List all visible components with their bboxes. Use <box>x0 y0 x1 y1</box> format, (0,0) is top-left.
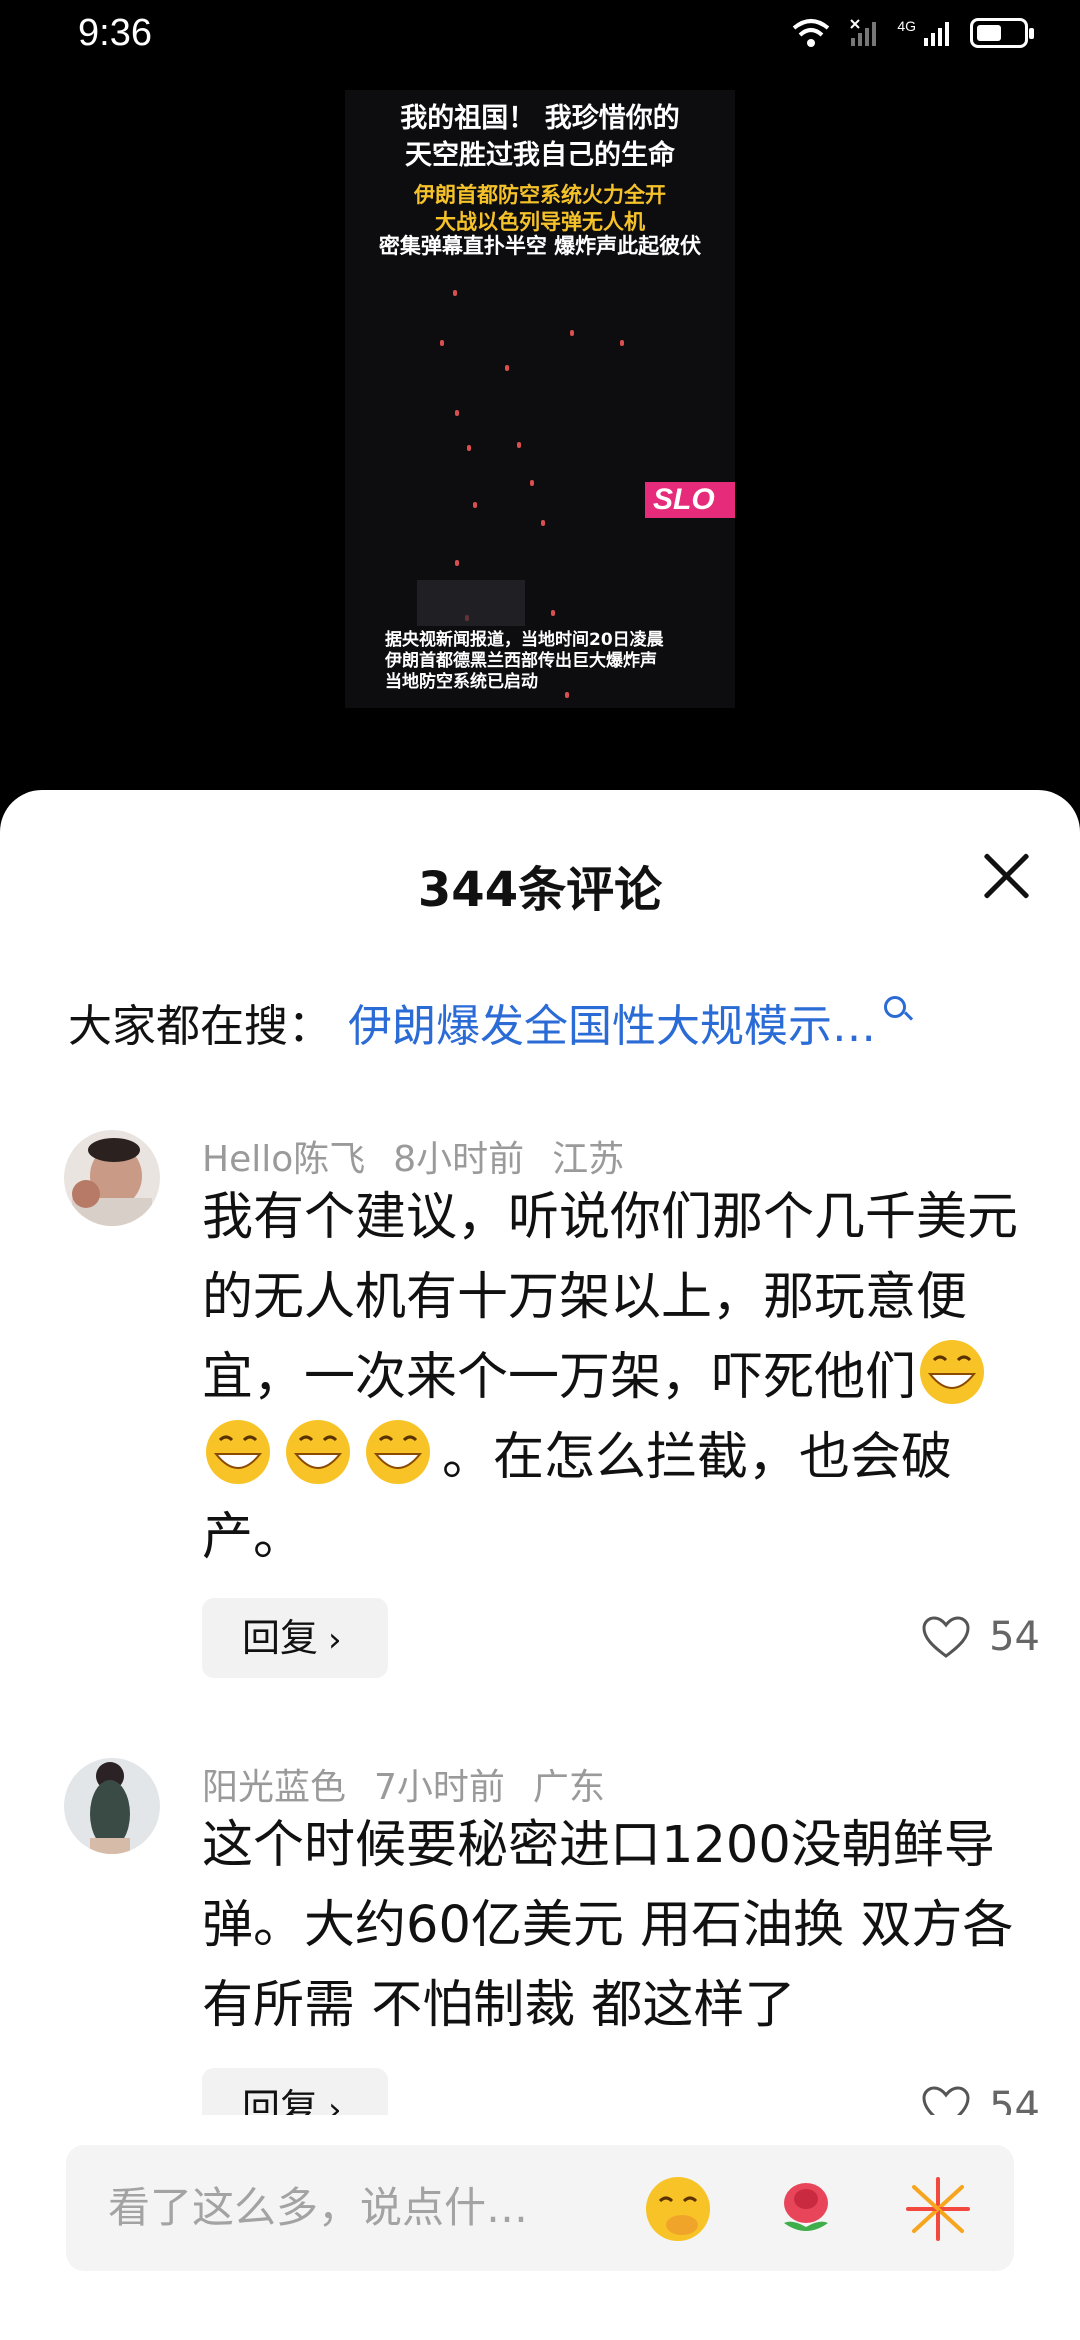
avatar-image <box>64 1130 160 1226</box>
comments-title: 344条评论 <box>417 862 663 918</box>
status-bar: 9:36 4G <box>0 0 1080 80</box>
tracer-dot <box>541 520 545 526</box>
video-subtitle-line: 大战以色列导弹无人机 <box>435 210 645 234</box>
tracer-dot <box>620 340 624 346</box>
comment-input-bar[interactable]: 看了这么多，说点什… <box>66 2145 1014 2271</box>
avatar-image <box>64 1758 160 1854</box>
grin-emoji <box>366 1420 430 1484</box>
comment-meta: Hello陈飞 8小时前 江苏 <box>202 1130 652 1182</box>
video-title-line: 我的祖国！ 我珍惜你的 <box>400 103 680 134</box>
status-time: 9:36 <box>78 12 152 54</box>
tracer-dot <box>467 445 471 451</box>
grin-emoji <box>920 1340 985 1404</box>
avatar[interactable] <box>64 1758 160 1854</box>
video-title-line: 天空胜过我自己的生命 <box>405 140 675 171</box>
comment-text: 这个时候要秘密进口1200没朝鲜导弹。大约60亿美元 用石油换 双方各有所需 不… <box>202 1816 1014 2035</box>
avatar[interactable] <box>64 1130 160 1226</box>
video-subtitle-white: 密集弹幕直扑半空 爆炸声此起彼伏 <box>378 234 702 258</box>
comment-text-part: 我有个建议，听说你们那个几千美元的无人机有十万架以上，那玩意便宜，一次来个一万架… <box>202 1188 1019 1407</box>
slow-motion-badge: SLO <box>645 482 735 518</box>
video-subtitle: 伊朗首都防空系统火力全开 大战以色列导弹无人机 <box>345 182 735 236</box>
tracer-dot <box>455 410 459 416</box>
video-caption-line: 伊朗首都德黑兰西部传出巨大爆炸声 <box>385 651 657 671</box>
tracer-dot <box>440 340 444 346</box>
comment-username[interactable]: Hello陈飞 <box>202 1139 365 1180</box>
close-icon[interactable] <box>978 848 1034 904</box>
signal-icon <box>924 22 949 46</box>
tracer-dot <box>473 502 477 508</box>
wifi-icon <box>793 19 830 47</box>
video-player[interactable]: 我的祖国！ 我珍惜你的 天空胜过我自己的生命 伊朗首都防空系统火力全开 大战以色… <box>345 90 735 708</box>
reply-button[interactable]: 回复 › <box>202 1598 388 1678</box>
comment-input[interactable]: 看了这么多，说点什… <box>108 2145 528 2271</box>
comment-time: 8小时前 <box>393 1139 525 1180</box>
firework-icon[interactable] <box>902 2173 974 2245</box>
tracer-dot <box>570 330 574 336</box>
video-caption-line: 据央视新闻报道，当地时间20日凌晨 <box>385 630 664 650</box>
tracer-dot <box>505 365 509 371</box>
comment-text: 我有个建议，听说你们那个几千美元的无人机有十万架以上，那玩意便宜，一次来个一万架… <box>202 1178 1022 1578</box>
grin-emoji <box>286 1420 350 1484</box>
video-caption: 据央视新闻报道，当地时间20日凌晨 伊朗首都德黑兰西部传出巨大爆炸声 当地防空系… <box>385 630 725 693</box>
shy-emoji[interactable] <box>642 2173 714 2245</box>
comment-location: 江苏 <box>552 1139 625 1180</box>
tracer-dot <box>551 610 555 616</box>
blurred-watermark <box>417 580 525 626</box>
comment-username[interactable]: 阳光蓝色 <box>202 1767 346 1808</box>
heart-icon <box>922 1616 970 1658</box>
signal-off-icon <box>850 19 877 46</box>
tracer-dot <box>453 290 457 296</box>
battery-level <box>977 25 1002 41</box>
trending-search: 大家都在搜： 伊朗爆发全国性大规模示… <box>68 990 906 1054</box>
trending-search-link[interactable]: 伊朗爆发全国性大规模示… <box>348 990 876 1054</box>
battery-icon <box>970 18 1034 48</box>
status-icons: 4G <box>791 18 1034 48</box>
trending-search-label: 大家都在搜： <box>68 1001 332 1052</box>
comments-sheet: 344条评论 大家都在搜： 伊朗爆发全国性大规模示… Hello陈飞 8小时前 江苏… <box>0 790 1080 2340</box>
network-type: 4G <box>897 18 916 34</box>
comment-location: 广东 <box>532 1767 605 1808</box>
video-subtitle-line: 伊朗首都防空系统火力全开 <box>414 183 666 207</box>
tracer-dot <box>530 480 534 486</box>
comment-time: 7小时前 <box>374 1767 505 1808</box>
video-caption-line: 当地防空系统已启动 <box>385 672 538 692</box>
like-button[interactable]: 54 <box>921 1614 1040 1660</box>
search-icon[interactable] <box>884 996 906 1018</box>
tracer-dot <box>455 560 459 566</box>
tracer-dot <box>517 442 521 448</box>
video-title: 我的祖国！ 我珍惜你的 天空胜过我自己的生命 <box>345 100 735 174</box>
reply-label: 回复 <box>242 1616 319 1660</box>
rose-icon[interactable] <box>770 2173 842 2245</box>
chevron-right-icon: › <box>328 1620 342 1660</box>
comment-meta: 阳光蓝色 7小时前 广东 <box>202 1758 633 1810</box>
grin-emoji <box>206 1420 270 1484</box>
like-count: 54 <box>989 1614 1040 1660</box>
